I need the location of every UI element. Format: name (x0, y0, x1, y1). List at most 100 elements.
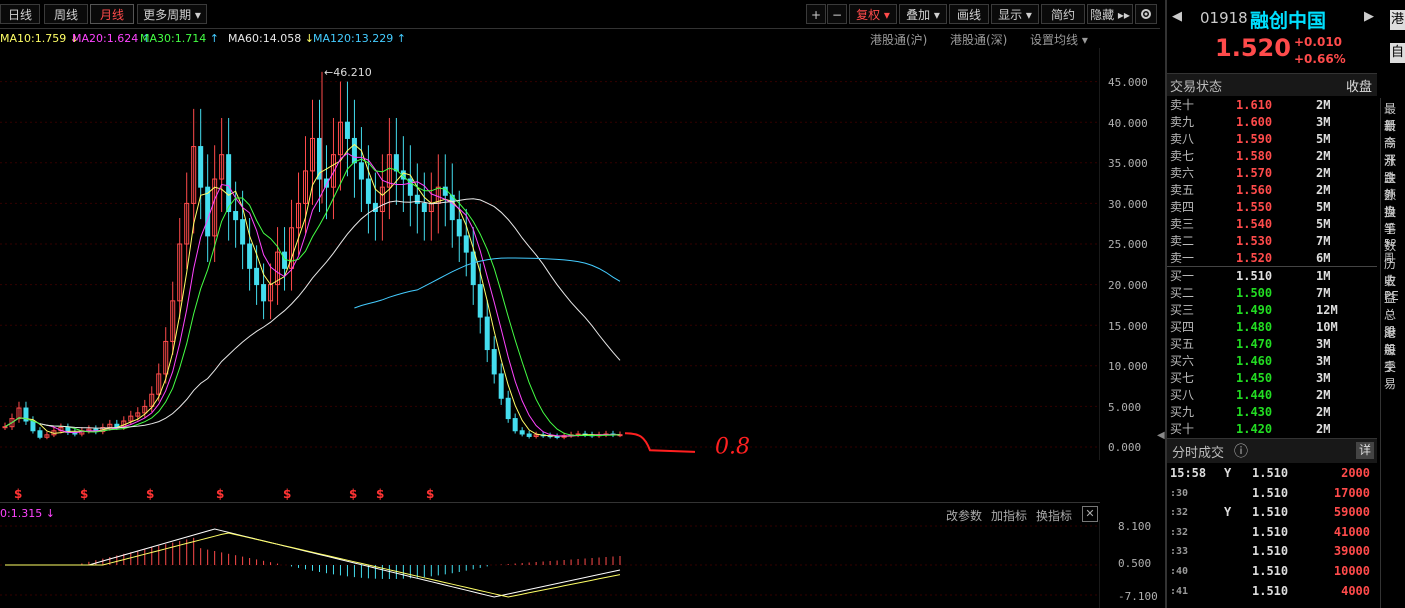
ticks-title: 分时成交 (1172, 446, 1225, 461)
period-week-button[interactable]: 周线 (44, 4, 88, 24)
hk-tag: 港 (1390, 10, 1405, 30)
orderbook-price: 1.550 (1236, 200, 1273, 214)
orderbook-row[interactable]: 买五 1.470 3M (1170, 336, 1380, 353)
orderbook-level: 买七 (1170, 371, 1195, 385)
orderbook-level: 买八 (1170, 388, 1195, 402)
prev-stock-icon[interactable]: ◀ (1172, 9, 1182, 24)
orderbook-row[interactable]: 买八 1.440 2M (1170, 387, 1380, 404)
simple-mode-button[interactable]: 简约 (1041, 4, 1085, 24)
next-stock-icon[interactable]: ▶ (1364, 9, 1374, 24)
orderbook-volume: 12M (1316, 303, 1338, 317)
orderbook-row[interactable]: 买一 1.510 1M (1170, 268, 1380, 285)
ma-legend-item: MA30:1.714 ↑ (140, 32, 219, 45)
candle-body (519, 430, 525, 435)
dividend-marker-icon[interactable]: $ (14, 487, 22, 501)
gear-icon[interactable] (1135, 4, 1157, 24)
adjust-dropdown[interactable]: 复权 ▾ (849, 4, 897, 24)
candle-body (344, 121, 350, 139)
candlestick-chart[interactable]: ←46.210 0.8 (0, 48, 1100, 460)
period-month-button[interactable]: 月线 (90, 4, 134, 24)
ma-value: MA30:1.714 (140, 32, 210, 45)
display-dropdown[interactable]: 显示 ▾ (991, 4, 1039, 24)
orderbook-price: 1.510 (1236, 269, 1273, 283)
orderbook-volume: 3M (1316, 371, 1331, 385)
draw-line-button[interactable]: 画线 (949, 4, 989, 24)
dividend-marker-icon[interactable]: $ (349, 487, 357, 501)
hk-connect-sh-link[interactable]: 港股通(沪) (870, 31, 927, 48)
ma-value: MA20:1.624 (72, 32, 142, 45)
orderbook-volume: 2M (1316, 166, 1331, 180)
orderbook-row[interactable]: 卖九 1.600 3M (1170, 114, 1380, 131)
tick-time: :32 (1170, 526, 1189, 538)
dividend-marker-icon[interactable]: $ (376, 487, 384, 501)
orderbook-row[interactable]: 卖五 1.560 2M (1170, 182, 1380, 199)
ma-arrow-icon: ↑ (396, 32, 406, 45)
orderbook-level: 卖八 (1170, 132, 1195, 146)
ma60-line (39, 198, 621, 429)
tick-price: 1.510 (1252, 564, 1289, 578)
orderbook-row[interactable]: 买四 1.480 10M (1170, 319, 1380, 336)
orderbook-row[interactable]: 买九 1.430 2M (1170, 404, 1380, 421)
dividend-marker-icon[interactable]: $ (146, 487, 154, 501)
candle-body (512, 418, 518, 432)
orderbook-row[interactable]: 买六 1.460 3M (1170, 353, 1380, 370)
orderbook-price: 1.590 (1236, 132, 1273, 146)
candle-body (449, 194, 455, 221)
tick-row: :40 1.510 10000 (1170, 562, 1380, 581)
more-periods-dropdown[interactable]: 更多周期 ▾ (137, 4, 207, 24)
orderbook-price: 1.570 (1236, 166, 1273, 180)
orderbook-row[interactable]: 买十 1.420 2M (1170, 421, 1380, 438)
watchlist-tag[interactable]: 自 (1390, 43, 1405, 63)
orderbook-price: 1.430 (1236, 405, 1273, 419)
annotation-stroke (624, 432, 696, 453)
detail-button[interactable]: 详 (1356, 442, 1374, 459)
dividend-marker-icon[interactable]: $ (80, 487, 88, 501)
orderbook-volume: 2M (1316, 149, 1331, 163)
price-tick-label: 5.000 (1108, 400, 1142, 414)
macd-tick-label: 0.500 (1118, 557, 1152, 570)
dividend-marker-icon[interactable]: $ (426, 487, 434, 501)
quote-field-label: PE (1384, 289, 1399, 304)
tick-price: 1.510 (1252, 485, 1289, 500)
ma-value: MA60:14.058 (228, 32, 305, 45)
overlay-dropdown[interactable]: 叠加 ▾ (899, 4, 947, 24)
price-tick-label: 25.000 (1108, 238, 1148, 252)
ma-settings-dropdown[interactable]: 设置均线 ▾ (1030, 31, 1088, 48)
orderbook-level: 卖五 (1170, 183, 1195, 197)
tick-price: 1.510 (1252, 544, 1289, 559)
tick-time: :41 (1170, 585, 1189, 597)
orderbook-row[interactable]: 买三 1.490 12M (1170, 302, 1380, 319)
candle-body (421, 202, 427, 213)
orderbook-row[interactable]: 卖四 1.550 5M (1170, 199, 1380, 216)
orderbook-level: 买六 (1170, 354, 1195, 368)
tick-time: 15:58 (1170, 466, 1207, 480)
orderbook-row[interactable]: 卖六 1.570 2M (1170, 165, 1380, 182)
hide-panel-button[interactable]: 隐藏 ▸▸ (1087, 4, 1133, 24)
macd-chart[interactable] (0, 520, 1100, 608)
tick-row: :33 1.510 39000 (1170, 542, 1380, 561)
zoom-in-button[interactable]: + (806, 4, 826, 24)
dividend-marker-icon[interactable]: $ (283, 487, 291, 501)
orderbook-row[interactable]: 卖十 1.610 2M (1170, 97, 1380, 114)
orderbook-volume: 3M (1316, 354, 1331, 368)
orderbook-row[interactable]: 买二 1.500 7M (1170, 285, 1380, 302)
hk-connect-sz-link[interactable]: 港股通(深) (950, 31, 1007, 48)
orderbook-volume: 1M (1316, 269, 1331, 283)
tick-row: :41 1.510 4000 (1170, 582, 1380, 601)
orderbook-row[interactable]: 卖三 1.540 5M (1170, 216, 1380, 233)
candle-body (261, 284, 267, 302)
zoom-out-button[interactable]: − (827, 4, 847, 24)
orderbook-row[interactable]: 卖一 1.520 6M (1170, 250, 1380, 267)
orderbook-level: 卖三 (1170, 217, 1195, 231)
orderbook-level: 买一 (1170, 269, 1195, 283)
orderbook-row[interactable]: 卖七 1.580 2M (1170, 148, 1380, 165)
orderbook-price: 1.450 (1236, 371, 1273, 385)
collapse-handle-icon[interactable]: ◀ (1157, 430, 1165, 450)
orderbook-row[interactable]: 买七 1.450 3M (1170, 370, 1380, 387)
orderbook-row[interactable]: 卖二 1.530 7M (1170, 233, 1380, 250)
orderbook-row[interactable]: 卖八 1.590 5M (1170, 131, 1380, 148)
dividend-marker-icon[interactable]: $ (216, 487, 224, 501)
period-day-button[interactable]: 日线 (0, 4, 40, 24)
info-icon[interactable]: ⓘ (1234, 441, 1248, 461)
candle-body (358, 162, 364, 180)
